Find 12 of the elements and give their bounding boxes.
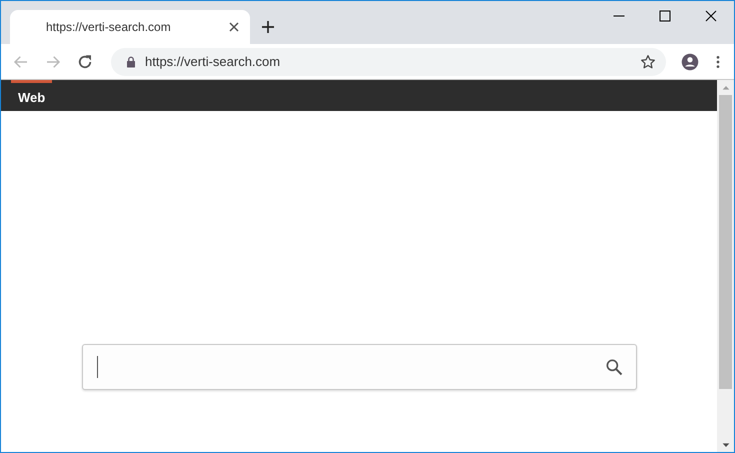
text-cursor-icon [96, 356, 98, 378]
search-icon[interactable] [604, 357, 624, 377]
tab-title: https://verti-search.com [46, 20, 171, 34]
url-text: https://verti-search.com [145, 54, 282, 69]
browser-tab[interactable]: https://verti-search.com [10, 10, 250, 44]
nav-tab[interactable]: Web [11, 80, 52, 111]
lock-icon [125, 56, 137, 68]
star-icon[interactable] [640, 54, 656, 70]
scroll-down-icon[interactable] [722, 440, 730, 448]
address-bar[interactable]: https://verti-search.com [111, 48, 666, 76]
scrollbar[interactable] [717, 80, 734, 452]
search-field[interactable] [82, 344, 636, 390]
